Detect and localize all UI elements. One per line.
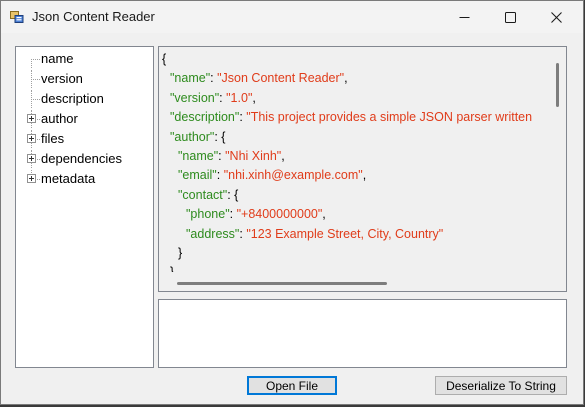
tree-node-label: author: [41, 111, 78, 126]
json-punctuation: ,: [252, 90, 256, 105]
open-file-label: Open File: [265, 378, 319, 393]
json-punctuation: ,: [344, 71, 348, 86]
app-window: Json Content Reader name version descrip…: [0, 0, 584, 405]
maximize-icon: [504, 11, 516, 23]
json-string-value: "Json Content Reader": [217, 71, 345, 86]
json-content-text: {"name": "Json Content Reader", "version"…: [162, 50, 547, 272]
json-key: "name": [170, 71, 211, 86]
json-punctuation: : {: [227, 187, 239, 202]
title-bar[interactable]: Json Content Reader: [1, 1, 583, 33]
json-line: }: [162, 244, 547, 263]
scrollbar-corner: [549, 274, 566, 291]
json-key: "email": [178, 168, 217, 183]
tree-node-files[interactable]: files: [16, 130, 153, 148]
maximize-button[interactable]: [487, 1, 533, 33]
json-line: "description": "This project provides a …: [162, 108, 547, 127]
minimize-icon: [459, 16, 469, 18]
close-button[interactable]: [533, 1, 579, 33]
output-textbox[interactable]: [158, 299, 567, 368]
close-icon: [550, 11, 562, 23]
tree-node-name[interactable]: name: [16, 50, 153, 68]
json-punctuation: ,: [281, 148, 285, 163]
json-content-textbox[interactable]: {"name": "Json Content Reader", "version"…: [158, 46, 567, 292]
json-string-value: "nhi.xinh@example.com": [223, 168, 363, 183]
json-key: "author": [170, 129, 215, 144]
json-line: "name": "Nhi Xinh",: [162, 147, 547, 166]
deserialize-label: Deserialize To String: [446, 378, 556, 393]
json-string-value: "This project provides a simple JSON par…: [246, 110, 533, 125]
json-line: "name": "Json Content Reader",: [162, 69, 547, 88]
app-icon: [10, 11, 24, 23]
json-punctuation: ,: [362, 168, 367, 183]
json-tree-view[interactable]: name version description author files de…: [15, 46, 154, 368]
json-punctuation: {: [162, 52, 167, 66]
tree-node-author[interactable]: author: [16, 110, 153, 128]
tree-connector: [31, 59, 32, 68]
json-string-value: "1.0": [226, 90, 253, 105]
expand-plus-icon[interactable]: [27, 154, 36, 163]
json-string-value: "Nhi Xinh": [225, 148, 282, 163]
json-string-value: "+8400000000": [236, 207, 323, 222]
json-key: "version": [170, 90, 220, 105]
minimize-button[interactable]: [441, 1, 487, 33]
json-key: "phone": [186, 207, 230, 222]
json-line: "email": "nhi.xinh@example.com",: [162, 166, 547, 185]
json-punctuation: },: [170, 265, 178, 272]
json-punctuation: :: [229, 207, 237, 222]
window-title: Json Content Reader: [32, 9, 155, 24]
json-line: "phone": "+8400000000",: [162, 205, 547, 224]
horizontal-scroll-thumb[interactable]: [177, 282, 387, 285]
tree-connector: [31, 79, 40, 80]
json-punctuation: : {: [214, 129, 226, 144]
tree-connector: [31, 99, 40, 100]
open-file-button[interactable]: Open File: [247, 376, 337, 395]
horizontal-scrollbar[interactable]: [159, 274, 549, 291]
tree-node-label: metadata: [41, 171, 96, 186]
json-key: "address": [186, 226, 240, 241]
tree-node-label: description: [41, 91, 104, 106]
tree-node-description[interactable]: description: [16, 90, 153, 108]
expand-plus-icon[interactable]: [27, 134, 36, 143]
json-line: "version": "1.0",: [162, 89, 547, 108]
json-line: },: [162, 263, 547, 272]
tree-connector: [31, 59, 40, 60]
json-punctuation: :: [216, 168, 224, 183]
json-line: "author": {: [162, 128, 547, 147]
tree-node-dependencies[interactable]: dependencies: [16, 150, 153, 168]
tree-node-label: files: [41, 131, 65, 146]
tree-node-label: version: [41, 71, 83, 86]
json-punctuation: ,: [322, 207, 326, 222]
json-line: "address": "123 Example Street, City, Co…: [162, 225, 547, 244]
vertical-scroll-thumb[interactable]: [556, 63, 559, 107]
expand-plus-icon[interactable]: [27, 114, 36, 123]
tree-node-label: dependencies: [41, 151, 122, 166]
json-key: "description": [170, 110, 240, 125]
tree-node-label: name: [41, 51, 74, 66]
json-line: "contact": {: [162, 186, 547, 205]
json-line: {: [162, 50, 547, 69]
expand-plus-icon[interactable]: [27, 174, 36, 183]
vertical-scrollbar[interactable]: [549, 47, 566, 275]
json-string-value: "123 Example Street, City, Country": [246, 226, 444, 241]
json-key: "name": [178, 148, 219, 163]
json-punctuation: }: [178, 245, 183, 260]
json-key: "contact": [178, 187, 228, 202]
deserialize-button[interactable]: Deserialize To String: [435, 376, 567, 395]
tree-node-version[interactable]: version: [16, 70, 153, 88]
tree-node-metadata[interactable]: metadata: [16, 170, 153, 188]
